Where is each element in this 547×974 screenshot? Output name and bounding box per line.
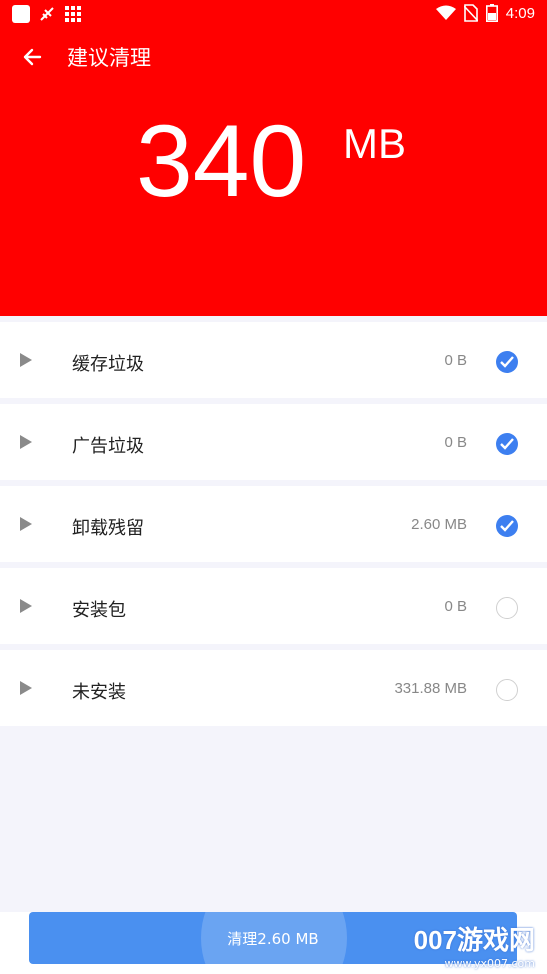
list-item-not-installed[interactable]: 未安装 331.88 MB bbox=[0, 650, 547, 726]
grid-icon bbox=[65, 6, 81, 22]
expand-arrow-icon[interactable] bbox=[20, 517, 32, 531]
list-item-apk-packages[interactable]: 安装包 0 B bbox=[0, 568, 547, 644]
arrow-left-icon bbox=[23, 48, 42, 66]
total-size-display: 340 MB bbox=[0, 106, 547, 216]
expand-arrow-icon[interactable] bbox=[20, 681, 32, 695]
page-title: 建议清理 bbox=[67, 46, 151, 70]
checkbox-checked-icon[interactable] bbox=[496, 515, 518, 537]
watermark-main: 007游戏网 bbox=[413, 925, 535, 955]
item-size: 0 B bbox=[444, 598, 467, 615]
app-bar: 建议清理 bbox=[0, 36, 547, 76]
no-sim-icon bbox=[463, 4, 478, 22]
header: 4:09 建议清理 340 MB bbox=[0, 0, 547, 316]
status-time: 4:09 bbox=[505, 4, 535, 22]
battery-icon bbox=[485, 4, 498, 22]
watermark: 007游戏网 www.yx007.com bbox=[414, 920, 535, 970]
wifi-icon bbox=[435, 5, 456, 20]
expand-arrow-icon[interactable] bbox=[20, 599, 32, 613]
list-item-uninstall-residue[interactable]: 卸载残留 2.60 MB bbox=[0, 486, 547, 562]
item-label: 安装包 bbox=[72, 600, 126, 621]
item-label: 未安装 bbox=[72, 682, 126, 703]
item-label: 广告垃圾 bbox=[72, 436, 144, 457]
item-label: 缓存垃圾 bbox=[72, 354, 144, 375]
total-size-unit: MB bbox=[343, 120, 406, 167]
expand-arrow-icon[interactable] bbox=[20, 435, 32, 449]
item-size: 331.88 MB bbox=[394, 680, 467, 697]
checkbox-unchecked-icon[interactable] bbox=[496, 597, 518, 619]
list-item-cache[interactable]: 缓存垃圾 0 B bbox=[0, 322, 547, 398]
checkbox-checked-icon[interactable] bbox=[496, 351, 518, 373]
status-bar: 4:09 bbox=[0, 0, 547, 30]
total-size-value: 340 bbox=[136, 104, 307, 218]
expand-arrow-icon[interactable] bbox=[20, 353, 32, 367]
notification-icon bbox=[40, 7, 54, 21]
checkbox-unchecked-icon[interactable] bbox=[496, 679, 518, 701]
item-size: 0 B bbox=[444, 352, 467, 369]
list-item-ads[interactable]: 广告垃圾 0 B bbox=[0, 404, 547, 480]
item-size: 2.60 MB bbox=[411, 516, 467, 533]
watermark-sub: www.yx007.com bbox=[444, 957, 535, 970]
checkbox-checked-icon[interactable] bbox=[496, 433, 518, 455]
item-size: 0 B bbox=[444, 434, 467, 451]
back-button[interactable] bbox=[18, 42, 48, 72]
app-square-icon bbox=[12, 5, 30, 23]
item-label: 卸载残留 bbox=[72, 518, 144, 539]
